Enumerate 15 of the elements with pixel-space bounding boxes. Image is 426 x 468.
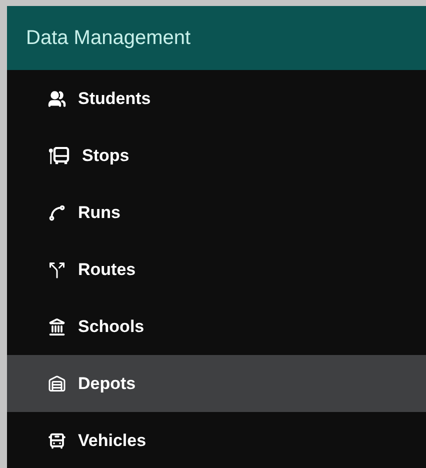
garage-icon xyxy=(48,374,66,392)
split-arrows-icon xyxy=(48,260,66,278)
menu-item[interactable]: Stops xyxy=(7,127,426,184)
bus-stop-icon xyxy=(48,146,70,164)
building-columns-icon xyxy=(48,318,66,336)
menu-item[interactable]: Vehicles xyxy=(7,412,426,468)
menu-item[interactable]: Schools xyxy=(7,298,426,355)
menu-item[interactable]: Runs xyxy=(7,184,426,241)
bus-icon xyxy=(48,432,66,450)
menu-item[interactable]: Depots xyxy=(7,355,426,412)
curve-icon xyxy=(48,204,66,222)
menu-item[interactable]: Routes xyxy=(7,241,426,298)
menu-item[interactable]: Students xyxy=(7,70,426,127)
header-title: Data Management xyxy=(26,26,191,51)
people-icon xyxy=(48,90,66,108)
